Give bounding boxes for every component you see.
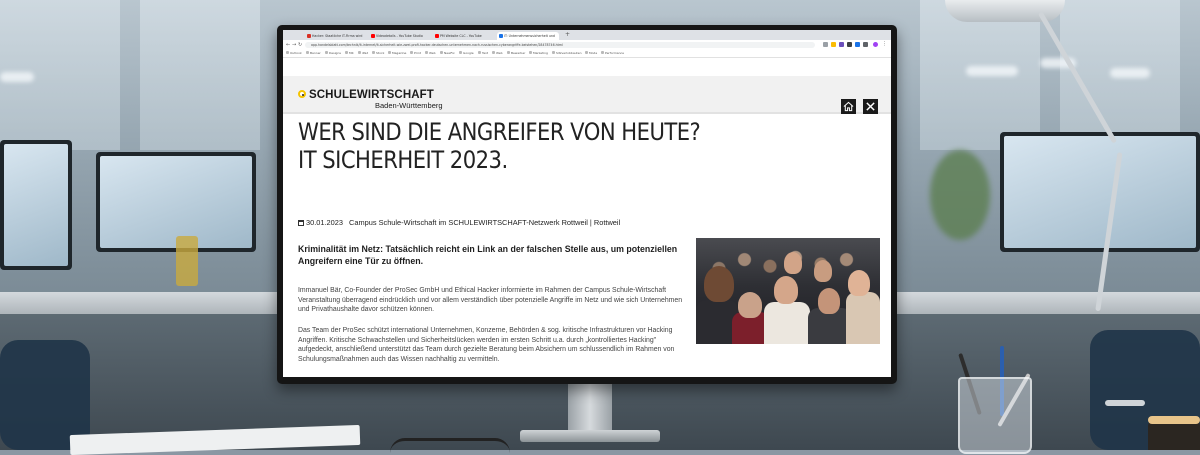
mug (176, 236, 198, 286)
browser-tab[interactable]: Videodetails - YouTube Studio (369, 32, 431, 40)
close-icon (866, 102, 875, 111)
forward-arrow-icon[interactable]: → (292, 42, 296, 48)
tab-label: Hacker: Staatliche IT-Firma wird (312, 34, 363, 38)
tab-label: Videodetails - YouTube Studio (376, 34, 423, 38)
browser-toolbar: ← → ↻ app.handelsblatt.com/technik/it-in… (283, 40, 891, 50)
logo-circle-icon (298, 90, 306, 98)
bookmark-item[interactable]: Magazine (388, 50, 406, 57)
monitor-screen: Hacker: Staatliche IT-Firma wird Videode… (283, 30, 891, 377)
background-monitor (0, 140, 72, 270)
bookmark-item[interactable]: Google (459, 50, 474, 57)
share-icon[interactable] (823, 42, 828, 47)
home-icon (843, 101, 854, 112)
background-monitor (1000, 132, 1200, 252)
plant (930, 150, 990, 240)
bookmark-star-icon[interactable] (831, 42, 836, 47)
article-location: Campus Schule-Wirtschaft im SCHULEWIRTSC… (349, 218, 621, 227)
ceiling-light (1110, 68, 1150, 78)
extension-icon[interactable] (863, 42, 868, 47)
coffee-cup (1148, 420, 1200, 450)
new-tab-button[interactable]: + (565, 31, 570, 39)
profile-avatar[interactable] (873, 42, 878, 47)
reload-icon[interactable]: ↻ (298, 42, 302, 48)
browser-tab[interactable]: PM Website CLC - YouTube (433, 32, 495, 40)
person-face (774, 276, 798, 304)
bookmarks-bar: Outlook Banner Designs MK iPad Stock Magazine P… (283, 50, 891, 58)
tab-label: PM Website CLC - YouTube (440, 34, 482, 38)
pen-cup (958, 377, 1032, 454)
page-top-band (283, 76, 891, 86)
article-date: 30.01.2023 (306, 218, 343, 227)
tab-favicon-icon (499, 34, 503, 38)
article-paragraph: Das Team der ProSec schützt internationa… (298, 327, 675, 363)
bookmark-item[interactable]: MK (345, 50, 354, 57)
bookmark-item[interactable]: Performance (601, 50, 624, 57)
bookmark-item[interactable]: Web (492, 50, 503, 57)
office-chair (0, 340, 90, 450)
bookmark-item[interactable]: Marketing (529, 50, 548, 57)
ceiling-light (966, 66, 1018, 76)
person-face (784, 252, 802, 274)
extension-icon[interactable] (855, 42, 860, 47)
bookmark-item[interactable]: NewFix (440, 50, 455, 57)
lamp-base (1105, 400, 1145, 406)
extension-icon[interactable] (839, 42, 844, 47)
bookmark-item[interactable]: Designs (325, 50, 341, 57)
bookmark-item[interactable]: Web (425, 50, 436, 57)
article-headline: WER SIND DIE ANGREIFER VON HEUTE? IT SIC… (298, 118, 701, 174)
coffee-lid (1148, 416, 1200, 424)
person (764, 302, 810, 344)
person-face (814, 260, 832, 282)
web-page: SCHULEWIRTSCHAFT Baden-Württemberg WER S… (283, 58, 891, 377)
article-meta: 30.01.2023 Campus Schule-Wirtschaft im SC… (298, 218, 620, 227)
person-face (848, 270, 870, 296)
tab-label: IT: Unternehmenssicherheit und (504, 34, 555, 38)
calendar-icon (298, 219, 304, 226)
extension-icon[interactable] (847, 42, 852, 47)
bookmark-item[interactable]: Mode (585, 50, 597, 57)
person-face (738, 292, 762, 318)
site-logo[interactable]: SCHULEWIRTSCHAFT (309, 89, 434, 101)
tab-favicon-icon (435, 34, 439, 38)
tab-favicon-icon (307, 34, 311, 38)
article-photo (696, 238, 880, 344)
close-button[interactable] (863, 99, 878, 114)
article-paragraph: Immanuel Bär, Co-Founder der ProSec GmbH… (298, 287, 683, 314)
article-lead: Kriminalität im Netz: Tatsächlich reicht… (298, 244, 678, 266)
back-arrow-icon[interactable]: ← (286, 42, 290, 48)
address-bar[interactable]: app.handelsblatt.com/technik/it-internet… (305, 42, 815, 48)
bookmark-item[interactable]: iPad (358, 50, 368, 57)
menu-kebab-icon[interactable]: ⋮ (882, 42, 887, 47)
monitor: Hacker: Staatliche IT-Firma wird Videode… (277, 25, 897, 384)
bookmark-item[interactable]: Banner (306, 50, 321, 57)
site-header: SCHULEWIRTSCHAFT Baden-Württemberg (283, 86, 891, 114)
tab-favicon-icon (371, 34, 375, 38)
monitor-foot (520, 430, 660, 442)
bookmark-item[interactable]: Bewerber (507, 50, 525, 57)
person (846, 292, 880, 344)
person-face (818, 288, 840, 314)
cable (390, 438, 510, 453)
browser-tab-active[interactable]: IT: Unternehmenssicherheit und (497, 32, 559, 40)
browser-tab[interactable]: Hacker: Staatliche IT-Firma wird (305, 32, 367, 40)
browser-tab-bar: Hacker: Staatliche IT-Firma wird Videode… (283, 30, 891, 48)
bookmark-item[interactable]: Sitzverlobbauten (552, 50, 581, 57)
bookmark-item[interactable]: Stock (372, 50, 384, 57)
bookmark-item[interactable]: Text (478, 50, 488, 57)
bookmark-item[interactable]: Outlook (286, 50, 302, 57)
window (140, 0, 260, 150)
home-button[interactable] (841, 99, 856, 114)
site-logo-subtitle: Baden-Württemberg (375, 101, 443, 110)
ceiling-light (0, 72, 34, 82)
bookmark-item[interactable]: Print (410, 50, 421, 57)
person-face (704, 266, 734, 302)
monitor-stand (568, 382, 612, 434)
